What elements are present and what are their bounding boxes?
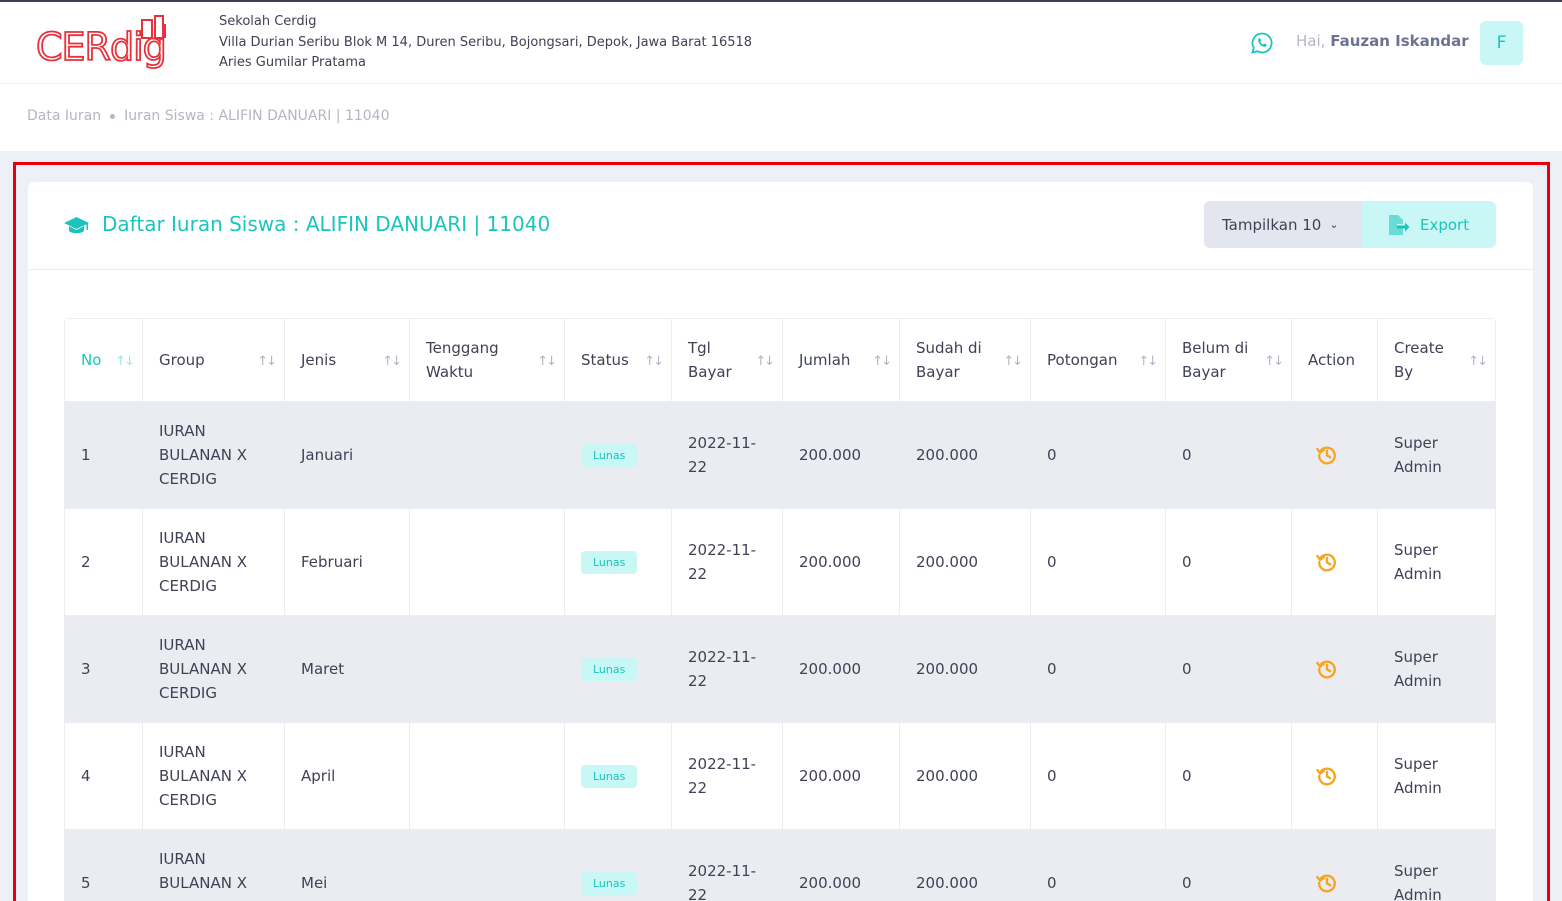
whatsapp-icon[interactable] xyxy=(1250,31,1274,55)
cerdig-logo[interactable]: CERdig xyxy=(34,14,204,76)
greeting-text: Hai, xyxy=(1296,32,1326,50)
user-name: Fauzan Iskandar xyxy=(1330,32,1469,50)
breadcrumb-item-iuran-siswa[interactable]: Iuran Siswa : ALIFIN DANUARI | 11040 xyxy=(124,108,389,124)
school-name: Sekolah Cerdig xyxy=(219,14,317,29)
breadcrumb: Data Iuran Iuran Siswa : ALIFIN DANUARI … xyxy=(27,108,390,124)
breadcrumb-separator xyxy=(110,113,116,119)
subheader: Data Iuran Iuran Siswa : ALIFIN DANUARI … xyxy=(0,84,1562,151)
breadcrumb-item-data-iuran[interactable]: Data Iuran xyxy=(27,108,101,124)
logo-text: CERdig xyxy=(36,25,166,69)
user-avatar[interactable]: F xyxy=(1480,21,1523,65)
school-address: Villa Durian Seribu Blok M 14, Duren Ser… xyxy=(219,34,753,50)
user-greeting[interactable]: Hai, Fauzan Iskandar xyxy=(1296,32,1469,50)
school-info: Sekolah Cerdig Villa Durian Seribu Blok … xyxy=(219,12,752,74)
app-header: CERdig Sekolah Cerdig Villa Durian Serib… xyxy=(0,2,1562,84)
school-principal: Aries Gumilar Pratama xyxy=(219,55,367,70)
highlight-frame xyxy=(13,162,1550,901)
